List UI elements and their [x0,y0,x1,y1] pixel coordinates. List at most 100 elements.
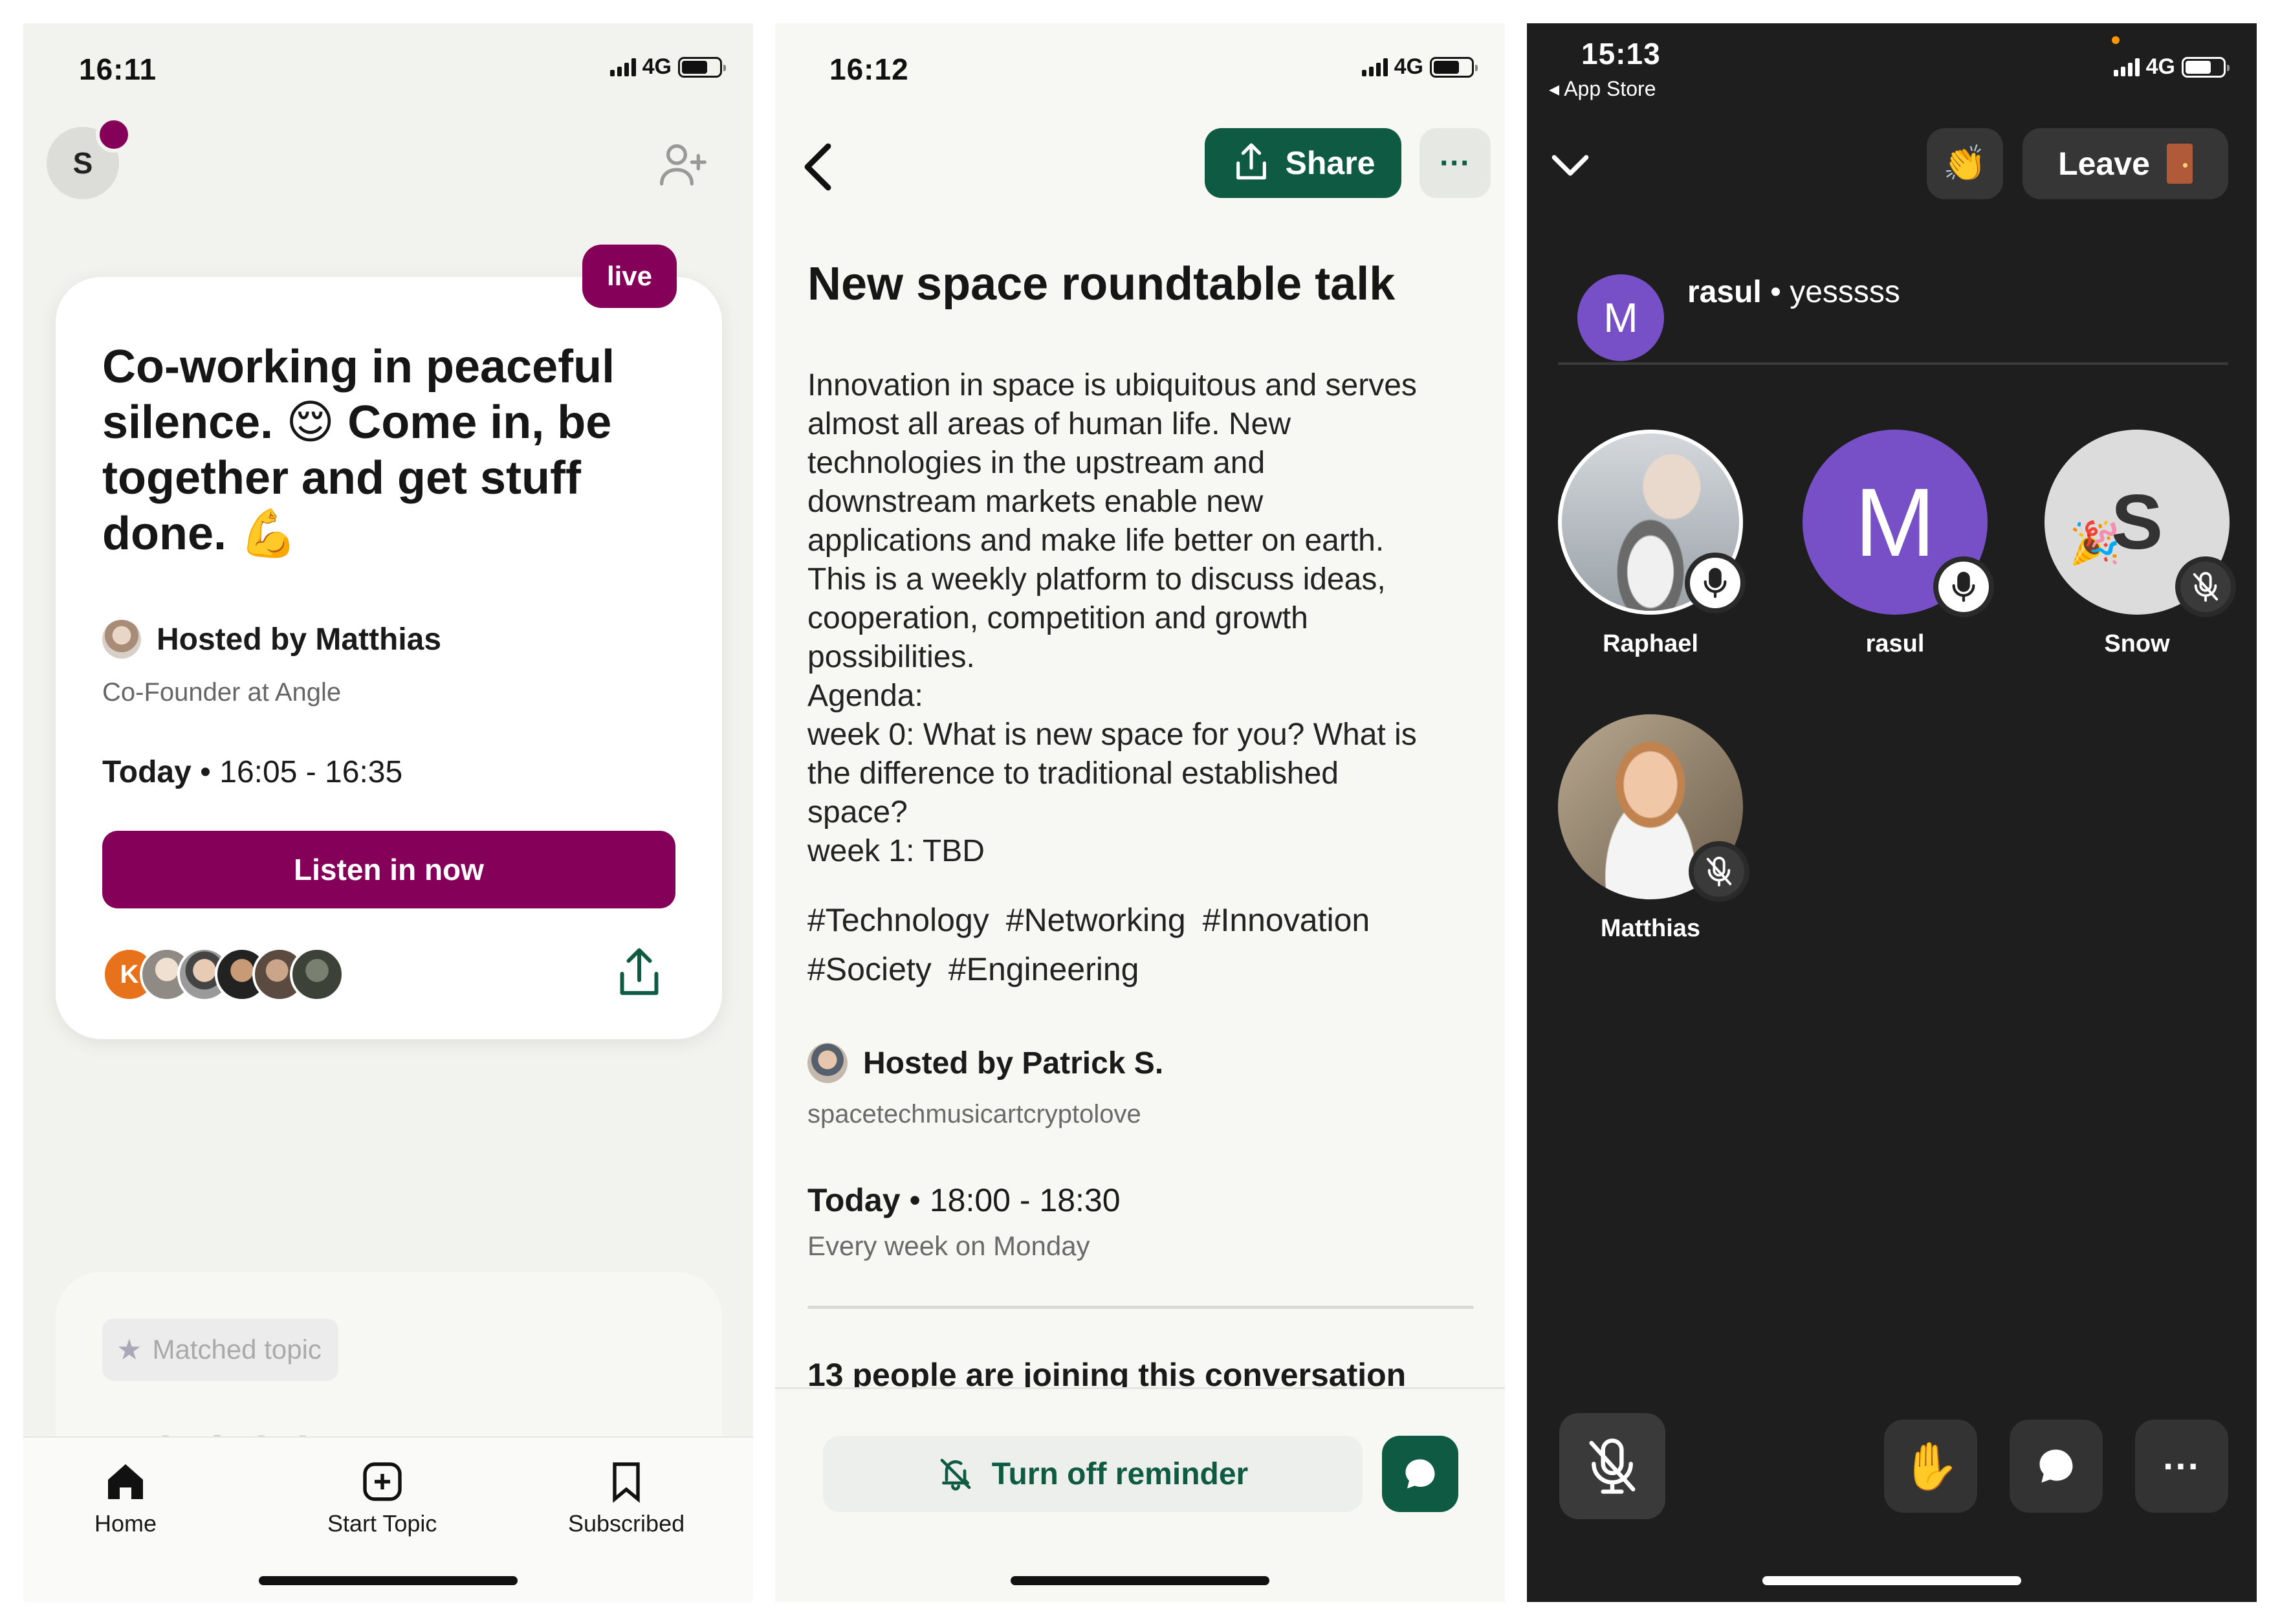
speaker-name: Snow [2104,630,2170,657]
more-options-button[interactable]: ··· [2135,1420,2228,1513]
tag[interactable]: #Technology [807,895,989,945]
reminder-label: Turn off reminder [991,1456,1249,1491]
signal-icon [1361,58,1388,76]
room-time-range: 16:05 - 16:35 [219,755,403,789]
back-chevron-icon[interactable] [798,141,837,193]
speaker-name: Raphael [1603,630,1698,657]
live-badge: live [582,245,677,308]
tab-label: Start Topic [327,1510,437,1537]
message-body: yesssss [1790,275,1900,309]
room-day: Today [807,1182,901,1218]
divider [1558,362,2228,365]
network-label: 4G [2145,54,2175,79]
tag[interactable]: #Engineering [948,945,1139,994]
status-indicators: 4G [2113,54,2230,80]
network-label: 4G [1394,54,1423,79]
share-icon[interactable] [613,946,665,1002]
avatar-letter: S [72,146,93,180]
speaker-tile[interactable]: Raphael [1558,430,1746,658]
mic-in-use-dot [2112,36,2120,44]
back-to-app-store[interactable]: ◂ App Store [1549,76,1656,101]
status-time: 16:11 [79,52,157,86]
speaker-avatar: S 🎉 [2044,430,2236,617]
tab-home[interactable]: Home [94,1458,157,1537]
speaker-avatar [1558,714,1749,902]
mute-toggle-button[interactable] [1559,1413,1665,1519]
battery-icon [2182,56,2230,78]
tag[interactable]: #Society [807,945,932,994]
status-indicators: 4G [1361,54,1478,80]
battery-icon [678,56,726,78]
home-screen: 16:11 4G S live Co-working in peaceful s… [23,23,753,1602]
room-title: New space roundtable talk [807,258,1396,310]
tab-subscribed[interactable]: Subscribed [568,1458,685,1537]
mic-icon [1952,571,1975,602]
message-author: rasul [1687,275,1762,309]
matched-topic-badge: ★ Matched topic [102,1319,338,1381]
chat-message: M rasul • yesssss [1577,248,1900,361]
host-role: spacetechmusicartcryptolove [807,1100,1141,1128]
tab-start-topic[interactable]: Start Topic [327,1458,437,1537]
tag[interactable]: #Innovation [1203,895,1370,945]
turn-off-reminder-button[interactable]: Turn off reminder [823,1436,1363,1512]
message-separator: • [1770,275,1781,309]
live-room-card[interactable]: Co-working in peaceful silence. 😌 Come i… [56,277,722,1039]
mic-on-badge [1933,556,1994,617]
matched-topic-label: Matched topic [152,1334,322,1365]
home-indicator [1011,1576,1269,1585]
raise-hand-button[interactable]: ✋ [1884,1420,1977,1513]
listen-in-button[interactable]: Listen in now [102,831,675,908]
mic-muted-icon [1706,857,1732,886]
chat-button[interactable] [1382,1436,1458,1512]
add-user-icon[interactable] [657,138,709,190]
host-row: Hosted by Matthias [102,620,441,659]
speaker-tile[interactable]: M rasul [1803,430,1994,658]
host-avatar [807,1043,848,1083]
battery-icon [1430,56,1478,78]
tab-label: Subscribed [568,1510,685,1537]
mic-muted-badge [2175,556,2236,617]
host-avatar [102,620,141,659]
bookmark-icon [613,1462,640,1503]
notification-dot [96,116,132,153]
speaker-tile[interactable]: S 🎉 Snow [2044,430,2236,658]
chevron-down-icon[interactable] [1549,150,1592,182]
room-detail-screen: 16:12 4G Share ··· New space roundtable … [775,23,1505,1602]
speaker-name: Matthias [1600,915,1701,942]
speaker-tile[interactable]: Matthias [1558,714,1749,943]
leave-label: Leave [2058,146,2150,182]
more-options-button[interactable]: ··· [1420,128,1491,198]
tab-bar: Home Start Topic Subscribed [23,1436,753,1602]
share-button[interactable]: Share [1205,128,1401,198]
listener-avatars[interactable]: K [102,947,344,1002]
home-indicator [259,1576,518,1585]
network-label: 4G [642,54,672,79]
status-indicators: 4G [609,54,726,80]
mic-icon [1704,567,1727,598]
leave-button[interactable]: Leave [2022,128,2228,199]
tag[interactable]: #Networking [1006,895,1186,945]
message-avatar: M [1577,274,1664,361]
signal-icon [2113,58,2140,76]
tag-list: #Technology #Networking #Innovation #Societ… [807,895,1454,994]
home-indicator [1762,1576,2021,1585]
divider [807,1306,1474,1309]
star-icon: ★ [116,1333,142,1366]
tab-label: Home [94,1510,157,1537]
chat-button[interactable] [2010,1420,2103,1513]
room-time-range: 18:00 - 18:30 [929,1182,1121,1218]
signal-icon [609,58,636,76]
bell-off-icon [940,1458,971,1491]
share-icon [1236,143,1266,180]
host-row[interactable]: Hosted by Patrick S. [807,1043,1163,1083]
mic-muted-icon [2193,572,2219,602]
speaker-avatar: M [1803,430,1994,617]
clap-button[interactable]: 👏 [1927,128,2003,199]
status-time: 15:13 [1581,37,1661,71]
room-time: Today • 18:00 - 18:30 [807,1182,1121,1218]
chat-bubble-icon [2039,1449,2073,1483]
plus-square-icon [363,1462,402,1501]
mic-on-badge [1685,553,1746,613]
chat-bubble-icon [1405,1459,1435,1489]
joining-count: 13 people are joining this conversation [807,1357,1407,1388]
